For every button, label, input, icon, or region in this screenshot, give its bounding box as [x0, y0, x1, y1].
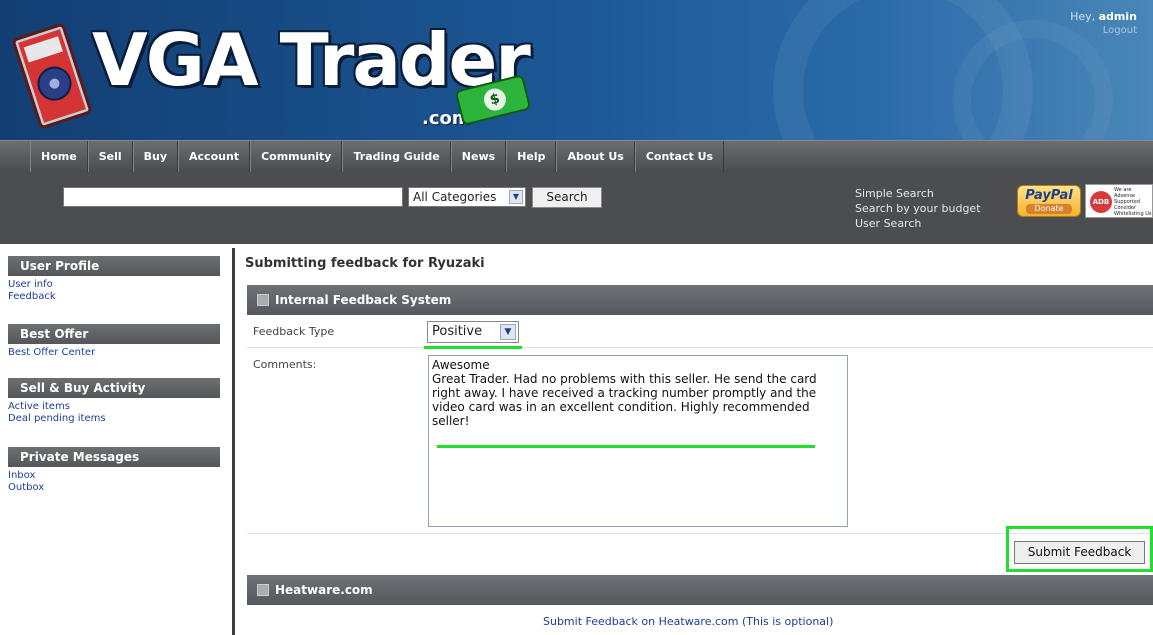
nav-help[interactable]: Help	[506, 141, 557, 173]
main-nav: Home Sell Buy Account Community Trading …	[0, 140, 1153, 173]
row-divider	[247, 347, 1153, 348]
sidebar-item-deal-pending[interactable]: Deal pending items	[8, 413, 220, 425]
search-links: Simple Search Search by your budget User…	[855, 186, 981, 231]
sidebar-item-outbox[interactable]: Outbox	[8, 482, 220, 494]
nav-contact-us[interactable]: Contact Us	[634, 141, 725, 173]
nav-about-us[interactable]: About Us	[556, 141, 635, 173]
sidebar-section-messages: Private Messages Inbox Outbox	[8, 447, 220, 494]
search-input[interactable]	[63, 187, 403, 207]
feedback-type-label: Feedback Type	[253, 325, 335, 338]
comments-label: Comments:	[253, 358, 317, 371]
user-search-link[interactable]: User Search	[855, 216, 981, 231]
chevron-down-icon[interactable]: ▼	[509, 190, 523, 204]
panel-square-icon	[257, 294, 269, 306]
logo-text[interactable]: VGA Trader	[92, 24, 531, 96]
sidebar-heading: User Profile	[8, 256, 220, 276]
donate-label: Donate	[1026, 204, 1072, 214]
sidebar-section-user-profile: User Profile User info Feedback	[8, 256, 220, 303]
logout-link[interactable]: Logout	[1070, 25, 1137, 36]
highlight-underline	[424, 346, 522, 349]
feedback-type-select[interactable]: Positive ▼	[427, 321, 519, 343]
sidebar-item-best-offer-center[interactable]: Best Offer Center	[8, 347, 220, 359]
sidebar: User Profile User info Feedback Best Off…	[0, 244, 231, 514]
feedback-type-value: Positive	[432, 324, 483, 339]
nav-account[interactable]: Account	[178, 141, 251, 173]
user-box: Hey, admin Logout	[1070, 10, 1137, 36]
search-button[interactable]: Search	[532, 187, 602, 208]
page-title: Submitting feedback for Ryuzaki	[245, 256, 485, 271]
search-bar: All Categories ▼ Search Simple Search Se…	[0, 172, 1153, 244]
sidebar-item-feedback[interactable]: Feedback	[8, 291, 220, 303]
comments-textarea[interactable]: Awesome Great Trader. Had no problems wi…	[428, 355, 848, 527]
nav-trading-guide[interactable]: Trading Guide	[342, 141, 451, 173]
sidebar-item-active-items[interactable]: Active items	[8, 401, 220, 413]
sidebar-item-user-info[interactable]: User info	[8, 279, 220, 291]
username[interactable]: admin	[1099, 10, 1137, 23]
nav-buy[interactable]: Buy	[132, 141, 179, 173]
sidebar-section-best-offer: Best Offer Best Offer Center	[8, 324, 220, 359]
greeting-text: Hey,	[1070, 10, 1096, 23]
nav-home[interactable]: Home	[30, 141, 88, 173]
panel-square-icon	[257, 584, 269, 596]
simple-search-link[interactable]: Simple Search	[855, 186, 981, 201]
sidebar-heading: Best Offer	[8, 324, 220, 344]
panel-title: Internal Feedback System	[275, 293, 452, 307]
adsense-badge[interactable]: ADB We are Adsense Supported Consider Wh…	[1085, 184, 1153, 218]
submit-feedback-button[interactable]: Submit Feedback	[1014, 541, 1145, 564]
budget-search-link[interactable]: Search by your budget	[855, 201, 981, 216]
column-divider	[232, 248, 235, 635]
internal-feedback-panel-header: Internal Feedback System	[247, 285, 1153, 315]
sidebar-heading: Sell & Buy Activity	[8, 378, 220, 398]
highlight-underline	[437, 445, 815, 448]
chevron-down-icon[interactable]: ▼	[500, 324, 516, 340]
graphics-card-logo-icon	[12, 23, 92, 129]
sidebar-heading: Private Messages	[8, 447, 220, 467]
heatware-panel-header: Heatware.com	[247, 575, 1153, 605]
paypal-label: PayPal	[1025, 188, 1073, 203]
heatware-feedback-link[interactable]: Submit Feedback on Heatware.com (This is…	[543, 615, 833, 628]
nav-sell[interactable]: Sell	[87, 141, 133, 173]
category-select-value: All Categories	[413, 190, 497, 204]
header-banner: VGA Trader .com $ Hey, admin Logout	[0, 0, 1153, 140]
no-adblock-icon: ADB	[1090, 191, 1112, 213]
sidebar-item-inbox[interactable]: Inbox	[8, 470, 220, 482]
nav-news[interactable]: News	[450, 141, 507, 173]
sidebar-section-activity: Sell & Buy Activity Active items Deal pe…	[8, 378, 220, 425]
paypal-donate-button[interactable]: PayPal Donate	[1017, 185, 1081, 217]
adsense-badge-text: We are Adsense Supported Consider Whitel…	[1114, 187, 1152, 217]
category-select[interactable]: All Categories ▼	[408, 187, 526, 207]
panel-title: Heatware.com	[275, 583, 373, 597]
nav-community[interactable]: Community	[250, 141, 343, 173]
